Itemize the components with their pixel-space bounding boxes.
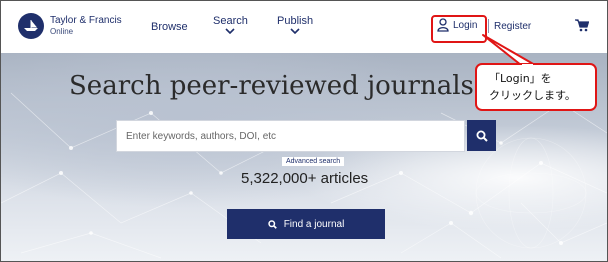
screenshot-frame: Taylor & Francis Online Browse Search Pu… [0,0,608,262]
callout-pointer-mask [522,64,533,67]
